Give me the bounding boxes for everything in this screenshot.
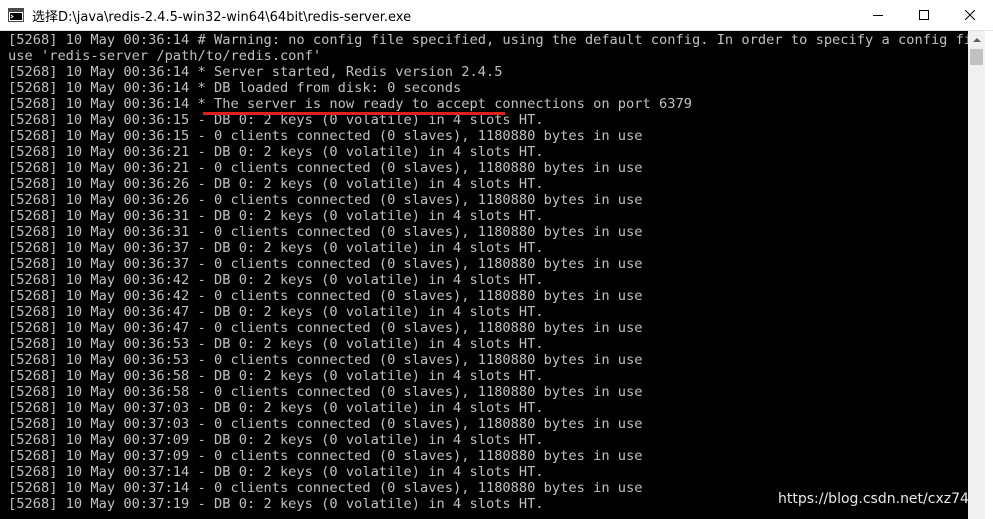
- console-lines: [5268] 10 May 00:36:14 # Warning: no con…: [8, 32, 968, 512]
- console-line: [5268] 10 May 00:36:53 - 0 clients conne…: [8, 352, 643, 368]
- highlight-underline: [203, 112, 505, 115]
- console-line: [5268] 10 May 00:36:14 # Warning: no con…: [8, 32, 968, 48]
- console-line: use 'redis-server /path/to/redis.conf': [8, 48, 322, 64]
- close-button[interactable]: [947, 0, 993, 31]
- console-line: [5268] 10 May 00:36:21 - 0 clients conne…: [8, 160, 643, 176]
- console-line: [5268] 10 May 00:36:14 * Server started,…: [8, 64, 503, 80]
- console-line: [5268] 10 May 00:36:58 - DB 0: 2 keys (0…: [8, 368, 544, 384]
- console-line: [5268] 10 May 00:36:21 - DB 0: 2 keys (0…: [8, 144, 544, 160]
- scroll-up-button[interactable]: [968, 31, 985, 48]
- console-line: [5268] 10 May 00:36:37 - DB 0: 2 keys (0…: [8, 240, 544, 256]
- minimize-button[interactable]: [855, 0, 901, 31]
- console-line: [5268] 10 May 00:37:09 - DB 0: 2 keys (0…: [8, 432, 544, 448]
- console-line: [5268] 10 May 00:36:31 - 0 clients conne…: [8, 224, 643, 240]
- console-line: [5268] 10 May 00:36:42 - DB 0: 2 keys (0…: [8, 272, 544, 288]
- window-edge: [985, 31, 993, 519]
- title-bar[interactable]: 选择D:\java\redis-2.4.5-win32-win64\64bit\…: [0, 0, 993, 31]
- close-icon: [965, 10, 975, 20]
- scroll-thumb[interactable]: [970, 49, 983, 65]
- console-line: [5268] 10 May 00:37:03 - 0 clients conne…: [8, 416, 643, 432]
- console-line: [5268] 10 May 00:36:26 - 0 clients conne…: [8, 192, 643, 208]
- maximize-icon: [919, 10, 929, 20]
- console-line: [5268] 10 May 00:36:14 * DB loaded from …: [8, 80, 462, 96]
- console-line: [5268] 10 May 00:37:03 - DB 0: 2 keys (0…: [8, 400, 544, 416]
- console-line: [5268] 10 May 00:36:47 - DB 0: 2 keys (0…: [8, 304, 544, 320]
- console-line: [5268] 10 May 00:37:09 - 0 clients conne…: [8, 448, 643, 464]
- maximize-button[interactable]: [901, 0, 947, 31]
- console-line: [5268] 10 May 00:36:53 - DB 0: 2 keys (0…: [8, 336, 544, 352]
- console-line: [5268] 10 May 00:37:14 - DB 0: 2 keys (0…: [8, 464, 544, 480]
- window-title: 选择D:\java\redis-2.4.5-win32-win64\64bit\…: [32, 9, 412, 25]
- vertical-scrollbar[interactable]: [968, 31, 985, 519]
- console-line: [5268] 10 May 00:36:37 - 0 clients conne…: [8, 256, 643, 272]
- chevron-up-icon: [972, 37, 981, 42]
- watermark: https://blog.csdn.net/cxz74: [778, 491, 969, 507]
- minimize-icon: [873, 15, 883, 16]
- console-line: [5268] 10 May 00:36:31 - DB 0: 2 keys (0…: [8, 208, 544, 224]
- console-app-icon[interactable]: [8, 7, 24, 23]
- console-line: [5268] 10 May 00:36:15 - 0 clients conne…: [8, 128, 643, 144]
- console-line: [5268] 10 May 00:36:42 - 0 clients conne…: [8, 288, 643, 304]
- console-line: [5268] 10 May 00:36:26 - DB 0: 2 keys (0…: [8, 176, 544, 192]
- console-line: [5268] 10 May 00:36:58 - 0 clients conne…: [8, 384, 643, 400]
- console-line: [5268] 10 May 00:36:47 - 0 clients conne…: [8, 320, 643, 336]
- console-line: [5268] 10 May 00:36:14 * The server is n…: [8, 96, 692, 112]
- console-output[interactable]: [5268] 10 May 00:36:14 # Warning: no con…: [0, 31, 968, 519]
- console-window: 选择D:\java\redis-2.4.5-win32-win64\64bit\…: [0, 0, 993, 519]
